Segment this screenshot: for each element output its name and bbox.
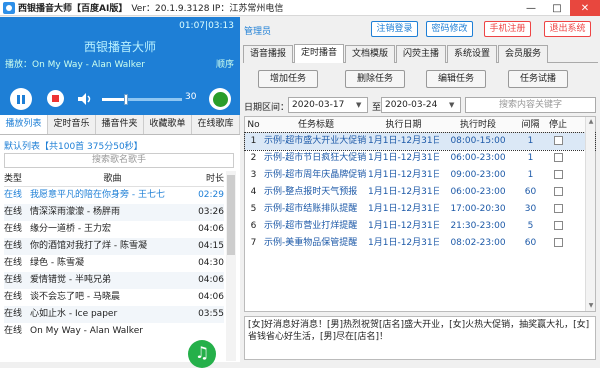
- edit-task-button[interactable]: 编辑任务: [426, 70, 486, 88]
- tab-timed-music[interactable]: 定时音乐: [48, 115, 96, 134]
- tab-system-settings[interactable]: 系统设置: [447, 45, 497, 63]
- col-time: 执行时段: [459, 120, 496, 130]
- tab-flash-host[interactable]: 闪荧主播: [396, 45, 446, 63]
- pause-icon[interactable]: [10, 88, 32, 110]
- date-from-field[interactable]: 2020-03-17 ▼: [288, 97, 368, 113]
- playlist-row[interactable]: 在线 爱情错觉 - 半吨兄弟 04:06: [4, 272, 224, 289]
- delete-task-button[interactable]: 删除任务: [345, 70, 405, 88]
- volume-slider[interactable]: [102, 94, 182, 105]
- task-row[interactable]: 3 示例-超市周年庆晶牌促销 1月1日-12月31日 09:00-23:00 1: [245, 167, 595, 184]
- playlist-row[interactable]: 在线 缘分一道桥 - 王力宏 04:06: [4, 221, 224, 238]
- playlist-row[interactable]: 在线 我愿意平凡的陪在你身旁 - 王七七 02:29: [4, 187, 224, 204]
- stop-checkbox[interactable]: [553, 136, 563, 145]
- col-song: 歌曲: [103, 174, 122, 184]
- title-bar: 西银播音大师【百度AI版】 Ver：20.1.9.3128 IP：江苏常州电信 …: [0, 0, 600, 16]
- volume-value: 30: [185, 92, 197, 102]
- phone-register-button[interactable]: 手机注册: [484, 21, 531, 37]
- date-filter: 日期区间： 2020-03-17 ▼ 至 2020-03-24 ▼ 搜索内容关键字: [244, 97, 597, 115]
- playlist-row[interactable]: 在线 心如止水 - Ice paper 03:55: [4, 306, 224, 323]
- right-panel: 管理员 注销登录 密码修改 手机注册 退出系统 语音播报 定时播音 文档模版 闪…: [241, 17, 600, 362]
- exit-button[interactable]: 退出系统: [544, 21, 591, 37]
- date-range-label: 日期区间：: [244, 103, 290, 113]
- minimize-button[interactable]: —: [518, 0, 544, 16]
- task-table-scrollbar[interactable]: ▲ ▼: [585, 117, 595, 311]
- task-search-input[interactable]: 搜索内容关键字: [465, 97, 596, 113]
- stop-checkbox[interactable]: [553, 204, 563, 213]
- task-row[interactable]: 4 示例-整点报时天气预报 1月1日-12月31日 06:00-23:00 60: [245, 184, 595, 201]
- app-name: 西银播音大师: [83, 40, 156, 54]
- calendar-dropdown-icon: ▼: [356, 101, 362, 109]
- task-row[interactable]: 2 示例-超市节日疯狂大促销 1月1日-12月31日 06:00-23:00 1: [245, 150, 595, 167]
- playlist-scrollbar[interactable]: [226, 171, 236, 361]
- tab-playlist[interactable]: 播放列表: [0, 115, 48, 134]
- task-row[interactable]: 5 示例-超市结账排队提醒 1月1日-12月31日 17:00-20:30 30: [245, 201, 595, 218]
- play-time: 01:07|03:13: [179, 21, 234, 31]
- stop-icon[interactable]: [47, 90, 64, 107]
- task-row[interactable]: 1 示例-超市盛大开业大促销 1月1日-12月31日 08:00-15:00 1: [244, 132, 596, 151]
- window-title: 西银播音大师【百度AI版】: [18, 4, 128, 14]
- col-stop: 停止: [548, 120, 567, 130]
- logout-button[interactable]: 注销登录: [371, 21, 418, 37]
- playlist-table: 类型 歌曲 时长 在线 我愿意平凡的陪在你身旁 - 王七七 02:29 在线 情深深雨…: [4, 171, 224, 340]
- playlist-row[interactable]: 在线 On My Way - Alan Walker: [4, 323, 224, 340]
- playlist-header: 默认列表【共100首 375分50秒】: [4, 142, 143, 152]
- user-label: 管理员: [244, 27, 272, 37]
- playlist-row[interactable]: 在线 谈不会忘了吧 - 马晓晨 04:06: [4, 289, 224, 306]
- col-date: 执行日期: [385, 120, 422, 130]
- maximize-button[interactable]: □: [544, 0, 570, 16]
- tab-member-service[interactable]: 会员服务: [498, 45, 548, 63]
- stop-checkbox[interactable]: [553, 153, 563, 162]
- left-panel: 01:07|03:13 西银播音大师 播放：On My Way - Alan W…: [0, 17, 240, 362]
- stop-checkbox[interactable]: [553, 170, 563, 179]
- preview-task-button[interactable]: 任务试播: [508, 70, 568, 88]
- tab-document-template[interactable]: 文档模版: [345, 45, 395, 63]
- calendar-dropdown-icon: ▼: [449, 101, 455, 109]
- left-tabs: 播放列表 定时音乐 播音件夹 收藏歌单 在线歌库: [0, 115, 240, 135]
- playlist-row[interactable]: 在线 绿色 - 陈雪凝 04:30: [4, 255, 224, 272]
- date-to-label: 至: [372, 103, 382, 113]
- music-note-icon[interactable]: ♫: [188, 340, 216, 368]
- add-task-button[interactable]: 增加任务: [258, 70, 318, 88]
- tab-favorites[interactable]: 收藏歌单: [144, 115, 192, 134]
- right-tabs: 语音播报 定时播音 文档模版 闪荧主播 系统设置 会员服务: [243, 44, 598, 63]
- close-button[interactable]: ✕: [570, 0, 600, 16]
- col-title: 任务标题: [297, 120, 334, 130]
- record-icon[interactable]: [209, 88, 231, 110]
- playlist-row[interactable]: 在线 你的酒馆对我打了烊 - 陈雪凝 04:15: [4, 238, 224, 255]
- stop-checkbox[interactable]: [553, 187, 563, 196]
- scroll-up-icon: ▲: [588, 118, 594, 125]
- now-playing: 播放：On My Way - Alan Walker: [5, 60, 145, 70]
- volume-icon[interactable]: [77, 92, 93, 106]
- col-no: No: [247, 120, 260, 130]
- app-logo-icon: [3, 1, 15, 14]
- col-duration: 时长: [205, 174, 224, 184]
- stop-checkbox[interactable]: [553, 221, 563, 230]
- broadcast-text-area[interactable]: [女]好消息好消息！[男]热烈祝贺[店名]盛大开业，[女]火热大促销，抽奖赢大礼…: [244, 316, 596, 360]
- tab-online-library[interactable]: 在线歌库: [192, 115, 240, 134]
- col-type: 类型: [4, 174, 23, 184]
- song-search-input[interactable]: 搜索歌名歌手: [4, 153, 234, 168]
- tab-broadcast-folder[interactable]: 播音件夹: [96, 115, 144, 134]
- playlist-row[interactable]: 在线 情深深雨濛濛 - 杨胖雨 03:26: [4, 204, 224, 221]
- play-order-button[interactable]: 顺序: [216, 57, 234, 70]
- player-panel: 01:07|03:13 西银播音大师 播放：On My Way - Alan W…: [0, 17, 240, 115]
- task-row[interactable]: 7 示例-美重物品保管提醒 1月1日-12月31日 08:02-23:00 60: [245, 235, 595, 252]
- task-table: No 任务标题 执行日期 执行时段 间隔 停止 1 示例-超市盛大开业大促销 1月1…: [244, 116, 596, 312]
- tab-voice-broadcast[interactable]: 语音播报: [243, 45, 293, 63]
- scroll-down-icon: ▼: [588, 302, 594, 309]
- version-info: Ver：20.1.9.3128 IP：江苏常州电信: [131, 4, 284, 14]
- stop-checkbox[interactable]: [553, 238, 563, 247]
- col-interval: 间隔: [521, 120, 540, 130]
- change-password-button[interactable]: 密码修改: [426, 21, 473, 37]
- date-to-field[interactable]: 2020-03-24 ▼: [381, 97, 461, 113]
- task-row[interactable]: 6 示例-超市营业打烊提醒 1月1日-12月31日 21:30-23:00 5: [245, 218, 595, 235]
- tab-scheduled-broadcast[interactable]: 定时播音: [294, 44, 344, 63]
